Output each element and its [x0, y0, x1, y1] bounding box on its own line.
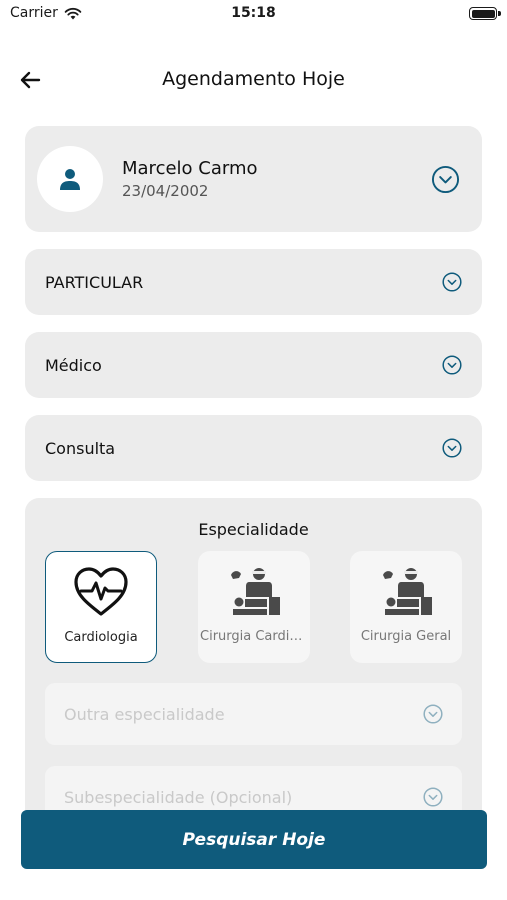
professional-select[interactable]: Médico — [25, 332, 482, 398]
heart-pulse-icon — [74, 567, 128, 616]
specialty-tile-label: Cirurgia Cardiov... — [200, 629, 308, 644]
specialty-panel: Especialidade Cardiologia Cirurgia Cardi… — [25, 498, 482, 828]
patient-birth-date: 23/04/2002 — [122, 182, 209, 200]
chevron-down-circle-icon — [442, 272, 462, 292]
patient-name: Marcelo Carmo — [122, 158, 258, 179]
status-bar: Carrier 15:18 — [0, 0, 507, 30]
specialty-tile-cardiologia[interactable]: Cardiologia — [45, 551, 157, 663]
battery-icon — [469, 7, 501, 20]
other-specialty-select[interactable]: Outra especialidade — [45, 683, 462, 745]
professional-select-label: Médico — [45, 356, 102, 375]
chevron-down-circle-icon — [423, 787, 443, 807]
person-icon — [60, 169, 80, 190]
specialty-tile-cirurgia-geral[interactable]: Cirurgia Geral — [350, 551, 462, 663]
surgery-icon — [383, 568, 432, 615]
patient-card[interactable]: Marcelo Carmo 23/04/2002 — [25, 126, 482, 232]
surgery-icon — [231, 568, 280, 615]
plan-select-label: PARTICULAR — [45, 273, 144, 292]
status-time: 15:18 — [231, 5, 276, 21]
chevron-down-circle-icon — [442, 355, 462, 375]
chevron-down-circle-icon — [423, 704, 443, 724]
appointment-type-select[interactable]: Consulta — [25, 415, 482, 481]
specialty-tile-label: Cirurgia Geral — [360, 629, 452, 644]
search-today-button[interactable]: Pesquisar Hoje — [21, 810, 487, 869]
chevron-down-circle-icon — [442, 438, 462, 458]
page-title: Agendamento Hoje — [162, 68, 345, 90]
specialty-tile-cirurgia-cardiovascular[interactable]: Cirurgia Cardiov... — [198, 551, 310, 663]
other-specialty-placeholder: Outra especialidade — [64, 705, 225, 724]
appointment-type-label: Consulta — [45, 439, 116, 458]
specialty-title: Especialidade — [198, 520, 309, 539]
plan-select[interactable]: PARTICULAR — [25, 249, 482, 315]
avatar — [37, 146, 103, 212]
subspecialty-placeholder: Subespecialidade (Opcional) — [64, 788, 293, 807]
header: Agendamento Hoje — [0, 58, 507, 102]
chevron-down-circle-icon[interactable] — [431, 165, 460, 194]
specialty-tile-label: Cardiologia — [64, 630, 138, 645]
